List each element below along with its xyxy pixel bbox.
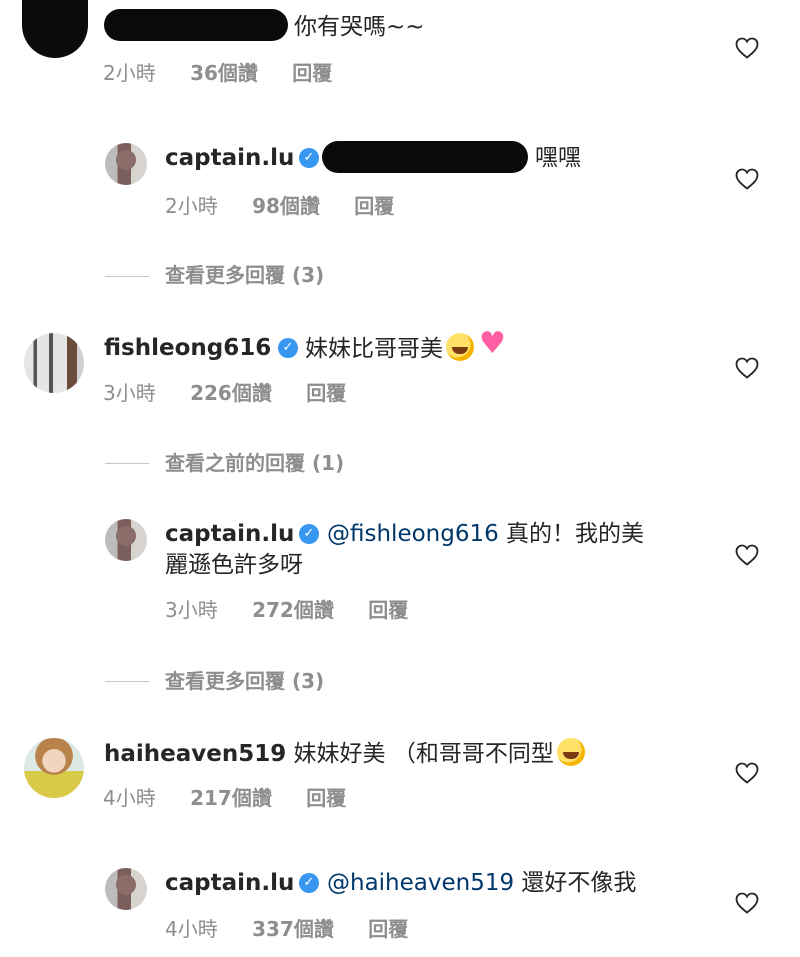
comment-text: haiheaven519 妹妹好美 （和哥哥不同型: [104, 738, 585, 769]
comment-username[interactable]: captain.lu: [165, 519, 294, 549]
comment-meta: 2小時 36個讚 回覆: [103, 60, 332, 86]
like-count[interactable]: 272個讚: [252, 598, 334, 622]
comment-username[interactable]: captain.lu: [165, 868, 294, 898]
comment-time: 2小時: [103, 61, 156, 85]
reply-button[interactable]: 回覆: [306, 381, 346, 405]
comment-text: 嘿嘿: [535, 145, 581, 171]
comment-text-body: 妹妹好美 （和哥哥不同型: [286, 741, 554, 767]
verified-badge-icon: ✓: [278, 338, 298, 358]
mention-link[interactable]: @haiheaven519: [327, 870, 514, 896]
mention-link[interactable]: @fishleong616: [327, 521, 499, 547]
comment-username[interactable]: haiheaven519: [104, 741, 286, 767]
comment-meta: 3小時 226個讚 回覆: [103, 380, 346, 406]
comment-time: 3小時: [165, 598, 218, 622]
view-more-replies-button[interactable]: 查看更多回覆 (3): [165, 668, 324, 694]
reply-button[interactable]: 回覆: [306, 786, 346, 810]
comment-text: 妹妹比哥哥美: [305, 329, 506, 364]
comment-time: 2小時: [165, 194, 218, 218]
like-count[interactable]: 337個讚: [252, 917, 334, 941]
comment-meta: 4小時 217個讚 回覆: [103, 785, 346, 811]
reply-button[interactable]: 回覆: [354, 194, 394, 218]
comment-meta: 2小時 98個讚 回覆: [165, 193, 394, 219]
avatar[interactable]: [24, 738, 84, 798]
comment-text-body: 妹妹比哥哥美: [305, 336, 443, 362]
comment-time: 4小時: [165, 917, 218, 941]
comment-username[interactable]: fishleong616: [104, 333, 271, 363]
like-count[interactable]: 226個讚: [190, 381, 272, 405]
view-more-replies-button[interactable]: 查看更多回覆 (3): [165, 262, 324, 288]
comment-meta: 4小時 337個讚 回覆: [165, 916, 408, 942]
avatar[interactable]: [24, 333, 84, 393]
avatar[interactable]: [105, 143, 147, 185]
heart-icon[interactable]: [735, 168, 759, 190]
rolling-laughing-emoji-icon: [556, 738, 585, 766]
avatar[interactable]: [22, 0, 88, 58]
reply-button[interactable]: 回覆: [292, 61, 332, 85]
comment-meta: 3小時 272個讚 回覆: [165, 597, 408, 623]
avatar[interactable]: [105, 519, 147, 561]
comment-time: 3小時: [103, 381, 156, 405]
comment-text-body: 還好不像我: [514, 870, 637, 896]
divider: [105, 276, 149, 277]
verified-badge-icon: ✓: [299, 148, 319, 168]
comment-text: @haiheaven519 還好不像我: [327, 868, 636, 898]
growing-heart-emoji-icon: [477, 329, 506, 361]
rolling-laughing-emoji-icon: [446, 333, 474, 361]
avatar[interactable]: [105, 868, 147, 910]
divider: [105, 681, 149, 682]
redacted-mention: [322, 141, 528, 173]
heart-icon[interactable]: [735, 37, 759, 59]
divider: [105, 463, 149, 464]
view-previous-replies-button[interactable]: 查看之前的回覆 (1): [165, 450, 344, 476]
comment-username[interactable]: captain.lu: [165, 143, 294, 173]
like-count[interactable]: 217個讚: [190, 786, 272, 810]
redacted-username: [104, 9, 288, 41]
heart-icon[interactable]: [735, 544, 759, 566]
comment-time: 4小時: [103, 786, 156, 810]
heart-icon[interactable]: [735, 892, 759, 914]
like-count[interactable]: 36個讚: [190, 61, 258, 85]
comment-text: @fishleong616 真的！我的美: [327, 519, 644, 549]
heart-icon[interactable]: [735, 762, 759, 784]
verified-badge-icon: ✓: [299, 524, 319, 544]
comment-text: 你有哭嗎~~: [294, 14, 425, 40]
heart-icon[interactable]: [735, 357, 759, 379]
verified-badge-icon: ✓: [299, 873, 319, 893]
comment-text-line2: 麗遜色許多呀: [165, 552, 303, 578]
like-count[interactable]: 98個讚: [252, 194, 320, 218]
reply-button[interactable]: 回覆: [368, 598, 408, 622]
reply-button[interactable]: 回覆: [368, 917, 408, 941]
comment-text-body: 真的！我的美: [498, 521, 645, 547]
